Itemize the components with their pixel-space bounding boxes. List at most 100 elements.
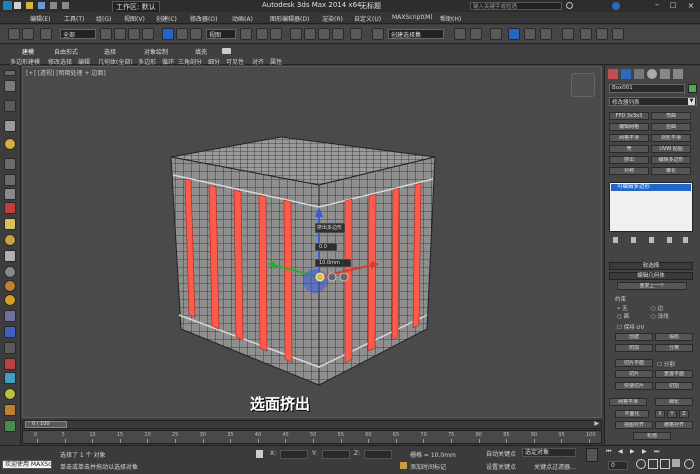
make-unique-icon[interactable]	[649, 237, 654, 243]
modifier-twist-button[interactable]: 扭曲	[651, 123, 691, 131]
configure-sets-icon[interactable]	[683, 237, 688, 243]
modifier-list-select[interactable]: 修改器列表 ▼	[609, 97, 697, 106]
reference-coordinate-select[interactable]: 视图	[206, 29, 236, 39]
modifier-stack[interactable]: 可编辑多边形	[609, 182, 693, 232]
rollout-soft-selection[interactable]: 软选择	[609, 262, 693, 270]
perspective-viewport[interactable]: 挤出多边形 0.0 10.0mm	[22, 66, 602, 418]
modifier-edit-mesh-button[interactable]: 编辑网格	[609, 123, 649, 131]
selection-filter-select[interactable]: 全部	[60, 29, 96, 39]
create-button[interactable]: 创建	[615, 333, 653, 341]
constraint-normal-radio[interactable]: ○ 法线	[651, 312, 669, 320]
sun-icon[interactable]	[4, 138, 16, 150]
relax-button[interactable]: 松弛	[633, 432, 671, 440]
tube-icon[interactable]	[4, 342, 16, 354]
minimize-button[interactable]: –	[650, 1, 664, 11]
preserve-uv-checkbox[interactable]: ☐ 保持 UV	[617, 323, 644, 331]
current-frame-field[interactable]: 0	[608, 461, 628, 470]
angle-snap-icon[interactable]	[304, 28, 316, 40]
modifier-ffd-button[interactable]: FFD 3x3x3	[609, 112, 649, 120]
utilities-tab-icon[interactable]	[673, 69, 683, 79]
box-icon[interactable]	[4, 326, 16, 338]
torus-icon[interactable]	[4, 266, 16, 278]
edge-icon[interactable]	[4, 174, 16, 186]
modifier-bend-button[interactable]: 弯曲	[651, 112, 691, 120]
polygon-icon[interactable]	[4, 202, 16, 214]
go-to-start-icon[interactable]: ⏮	[606, 448, 611, 456]
object-color-swatch[interactable]	[688, 84, 697, 93]
hierarchy-tab-icon[interactable]	[634, 69, 644, 79]
menu-graph-editors[interactable]: 图形编辑器(D)	[270, 14, 309, 23]
save-file-icon[interactable]	[38, 2, 45, 9]
material-editor-icon[interactable]	[562, 28, 574, 40]
menu-modifiers[interactable]: 修改器(O)	[190, 14, 217, 23]
modifier-turbosmooth-button[interactable]: 涡轮平滑	[651, 134, 691, 142]
add-time-tag-icon[interactable]	[400, 462, 407, 469]
modifier-meshsmooth-button[interactable]: 网格平滑	[609, 134, 649, 142]
z-coord-field[interactable]	[364, 450, 392, 459]
menu-edit[interactable]: 编辑(E)	[30, 14, 50, 23]
constraint-edge-radio[interactable]: ○ 边	[651, 304, 663, 312]
viewport-label[interactable]: [+] [透视] [明暗处理 + 边面]	[26, 68, 106, 77]
sphere-icon[interactable]	[4, 234, 16, 246]
vertex-icon[interactable]	[4, 158, 16, 170]
modifier-taper-button[interactable]: 锥化	[651, 167, 691, 175]
object-name-field[interactable]: Box001	[609, 84, 685, 93]
planarize-z-button[interactable]: Z	[679, 410, 689, 418]
repeat-last-button[interactable]: 重复上一个	[617, 282, 687, 290]
ribbon-polygons[interactable]: 多边形	[138, 57, 156, 66]
go-to-end-icon[interactable]: ⏭	[654, 448, 659, 456]
keyboard-shortcut-icon[interactable]	[270, 28, 282, 40]
view-align-button[interactable]: 视图对齐	[615, 421, 653, 429]
ribbon-polygon-modeling[interactable]: 多边形建模	[10, 57, 40, 66]
capsule-icon[interactable]	[4, 404, 16, 416]
select-object-icon[interactable]	[100, 28, 112, 40]
modify-tab-icon[interactable]	[621, 69, 631, 79]
pin-stack-icon[interactable]	[613, 237, 618, 243]
select-rotate-icon[interactable]	[176, 28, 188, 40]
stack-item-editable-poly[interactable]: 可编辑多边形	[611, 184, 691, 191]
ribbon-tab-populate[interactable]: 填充	[195, 47, 207, 56]
mirror-icon[interactable]	[454, 28, 466, 40]
modifier-extrude-button[interactable]: 挤出	[609, 156, 649, 164]
modifier-shell-button[interactable]: 壳	[609, 145, 649, 153]
script-icon[interactable]	[4, 420, 16, 432]
close-button[interactable]: ×	[684, 1, 698, 11]
next-frame-icon[interactable]: ▶	[642, 448, 647, 455]
modifier-uvw-map-button[interactable]: UVW 贴图	[651, 145, 691, 153]
key-filters-button[interactable]: 关键点过滤器...	[534, 462, 576, 471]
add-time-tag[interactable]: 添加时间标记	[410, 462, 446, 471]
ribbon-subdivision[interactable]: 细分	[208, 57, 220, 66]
menu-help[interactable]: 帮助(H)	[440, 14, 461, 23]
help-icon[interactable]	[612, 2, 620, 10]
new-file-icon[interactable]	[14, 2, 21, 9]
element-icon[interactable]	[4, 218, 16, 230]
edit-named-selection-icon[interactable]	[350, 28, 362, 40]
cone-icon[interactable]	[4, 294, 16, 306]
shade-icon[interactable]	[4, 120, 16, 132]
lock-selection-icon[interactable]	[256, 450, 263, 458]
meshsmooth-button[interactable]: 网格平滑	[609, 398, 647, 406]
plane-icon[interactable]	[4, 310, 16, 322]
panel-icon[interactable]	[4, 100, 16, 112]
helix-icon[interactable]	[4, 358, 16, 370]
app-logo-icon[interactable]	[3, 1, 12, 10]
border-icon[interactable]	[4, 188, 16, 200]
x-coord-field[interactable]	[280, 450, 308, 459]
select-manipulate-icon[interactable]	[256, 28, 268, 40]
window-crossing-icon[interactable]	[142, 28, 154, 40]
ribbon-modify-selection[interactable]: 修改选择	[48, 57, 72, 66]
grid-align-button[interactable]: 栅格对齐	[655, 421, 693, 429]
menu-create[interactable]: 创建(C)	[156, 14, 177, 23]
layer-icon[interactable]	[4, 80, 16, 92]
modifier-edit-poly-button[interactable]: 编辑多边形	[651, 156, 691, 164]
layer-manager-icon[interactable]	[490, 28, 502, 40]
create-tab-icon[interactable]	[608, 69, 618, 79]
show-end-result-icon[interactable]	[631, 237, 636, 243]
caddy-value-2[interactable]: 10.0mm	[319, 260, 340, 266]
select-by-name-icon[interactable]	[114, 28, 126, 40]
select-move-icon[interactable]	[162, 28, 174, 40]
selected-object-select[interactable]: 选定对象	[522, 448, 576, 457]
planarize-y-button[interactable]: Y	[667, 410, 677, 418]
pyramid-icon[interactable]	[4, 372, 16, 384]
planarize-x-button[interactable]: X	[655, 410, 665, 418]
